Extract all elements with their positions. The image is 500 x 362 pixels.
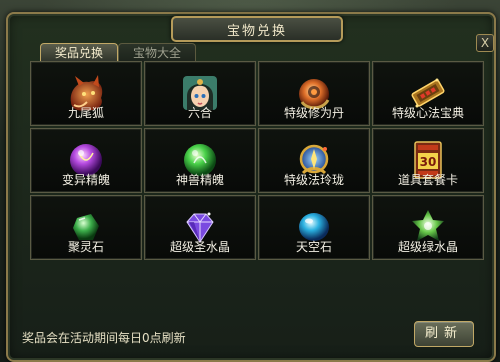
item-label: 超级圣水晶 bbox=[169, 240, 230, 254]
item-label: 神兽精魄 bbox=[175, 173, 224, 187]
item-label: 超级绿水晶 bbox=[397, 240, 458, 254]
tab-label: 奖品兑换 bbox=[54, 46, 103, 60]
item-grid: 九尾狐 六合 特级修为丹 特级心法宝典 变异精魄 神兽精魄 特级法玲珑 30 道… bbox=[30, 61, 484, 327]
tab-label: 宝物大全 bbox=[132, 46, 181, 60]
item-label: 聚灵石 bbox=[67, 240, 104, 254]
tab-treasure-list[interactable]: 宝物大全 bbox=[118, 43, 196, 62]
close-icon: X bbox=[480, 36, 490, 50]
refresh-button-label: 刷新 bbox=[424, 326, 463, 341]
window-title: 宝物兑换 bbox=[171, 16, 343, 42]
card-number: 30 bbox=[420, 155, 437, 169]
item-slot[interactable]: 特级心法宝典 bbox=[372, 61, 484, 126]
item-slot[interactable]: 天空石 bbox=[258, 195, 370, 260]
item-label: 特级法玲珑 bbox=[283, 173, 344, 187]
item-label: 变异精魄 bbox=[61, 173, 110, 187]
item-slot[interactable]: 特级修为丹 bbox=[258, 61, 370, 126]
item-label: 六合 bbox=[187, 106, 212, 120]
item-label: 特级心法宝典 bbox=[391, 106, 464, 120]
refresh-button[interactable]: 刷新 bbox=[414, 321, 474, 347]
item-slot[interactable]: 超级绿水晶 bbox=[372, 195, 484, 260]
refresh-note: 奖品会在活动期间每日0点刷新 bbox=[22, 331, 186, 345]
exchange-window: 宝物兑换 X 奖品兑换 宝物大全 九尾狐 六合 特级修为丹 特级心法宝典 变异精… bbox=[6, 12, 496, 362]
item-slot[interactable]: 30 道具套餐卡 bbox=[372, 128, 484, 193]
item-slot[interactable]: 神兽精魄 bbox=[144, 128, 256, 193]
tab-prize-exchange[interactable]: 奖品兑换 bbox=[40, 43, 118, 62]
item-slot[interactable]: 聚灵石 bbox=[30, 195, 142, 260]
item-label: 天空石 bbox=[295, 240, 332, 254]
item-slot[interactable]: 变异精魄 bbox=[30, 128, 142, 193]
close-button[interactable]: X bbox=[476, 34, 494, 52]
item-slot[interactable]: 九尾狐 bbox=[30, 61, 142, 126]
item-label: 九尾狐 bbox=[67, 106, 104, 120]
item-slot[interactable]: 超级圣水晶 bbox=[144, 195, 256, 260]
item-label: 道具套餐卡 bbox=[397, 173, 458, 187]
window-title-text: 宝物兑换 bbox=[226, 23, 287, 39]
item-slot[interactable]: 特级法玲珑 bbox=[258, 128, 370, 193]
item-slot[interactable]: 六合 bbox=[144, 61, 256, 126]
item-label: 特级修为丹 bbox=[283, 106, 344, 120]
